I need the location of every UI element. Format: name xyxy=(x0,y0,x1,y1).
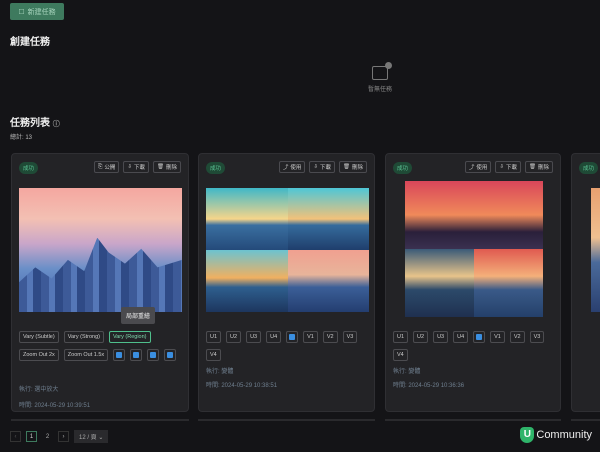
new-task-button[interactable]: ☐ 新建任務 xyxy=(10,3,64,20)
chevron-down-icon: ⌄ xyxy=(98,435,104,441)
link-icon: ⤴ xyxy=(282,165,289,171)
empty-image-icon xyxy=(372,62,392,80)
download-icon: ⇩ xyxy=(313,164,318,170)
task-image[interactable] xyxy=(591,188,600,312)
arrow-icon xyxy=(116,352,123,358)
refresh-icon xyxy=(289,334,296,340)
tooltip: 局部重繪 xyxy=(121,307,156,324)
list-title: 任務列表 ⓘ xyxy=(10,118,60,129)
use-button[interactable]: ⤴ 使用 xyxy=(278,161,306,173)
vary-subtle-button[interactable]: Vary (Subtle) xyxy=(19,331,59,343)
trash-icon: 🗑 xyxy=(343,164,350,170)
task-image[interactable] xyxy=(19,188,182,312)
use-button[interactable]: ⤴ 使用 xyxy=(464,161,492,173)
link-icon: ⤴ xyxy=(468,165,475,171)
task-card: 成功 xyxy=(571,153,600,412)
next-row-card xyxy=(198,419,375,421)
arrow-icon xyxy=(167,352,174,358)
time-info: 時間: 2024-05-29 10:36:36 xyxy=(393,383,465,389)
upscale-3-button[interactable]: U3 xyxy=(246,331,262,343)
zoom-out-2x-button[interactable]: Zoom Out 2x xyxy=(19,349,59,361)
trash-icon: 🗑 xyxy=(157,164,164,170)
next-row-card xyxy=(385,419,561,421)
next-row-card xyxy=(571,419,600,421)
delete-button[interactable]: 🗑 刪除 xyxy=(339,161,367,173)
task-card: 成功 ⎘ 公開 ⇩ 下載 🗑 刪除 Vary (Subtle) Vary (Stron… xyxy=(11,153,189,412)
delete-button[interactable]: 🗑 刪除 xyxy=(525,161,553,173)
refresh-icon xyxy=(476,334,483,340)
info-icon: ⓘ xyxy=(52,121,60,128)
upscale-2-button[interactable]: U2 xyxy=(226,331,242,343)
upscale-2-button[interactable]: U2 xyxy=(413,331,429,343)
task-card: 成功 ⤴ 使用 ⇩ 下載 🗑 刪除 U1 U2 U3 U4 V1 V2 V3 V4 執… xyxy=(198,153,375,412)
pan-up-button[interactable] xyxy=(147,349,160,361)
vary-strong-button[interactable]: Vary (Strong) xyxy=(63,331,104,343)
share-icon: ⎘ xyxy=(97,163,103,170)
status-badge: 成功 xyxy=(393,162,413,174)
status-badge: 成功 xyxy=(579,162,599,174)
create-title: 創建任務 xyxy=(10,37,50,48)
status-badge: 成功 xyxy=(206,162,226,174)
page-size-select[interactable]: 12 / 頁 ⌄ xyxy=(74,430,109,443)
vary-region-button[interactable]: Vary (Region) xyxy=(108,331,151,343)
download-button[interactable]: ⇩ 下載 xyxy=(309,161,335,173)
publish-button[interactable]: ⎘ 公開 xyxy=(93,161,120,173)
upscale-1-button[interactable]: U1 xyxy=(206,331,222,343)
arrow-icon xyxy=(150,352,157,358)
empty-state: 暫無任務 xyxy=(360,62,400,93)
variation-1-button[interactable]: V1 xyxy=(303,331,318,343)
pan-down-button[interactable] xyxy=(164,349,177,361)
page-2[interactable]: 2 xyxy=(42,431,53,442)
task-card: 成功 ⤴ 使用 ⇩ 下載 🗑 刪除 U1 U2 U3 U4 V1 V2 V3 V4 執… xyxy=(385,153,561,412)
trash-icon: 🗑 xyxy=(529,164,536,170)
next-page-button[interactable]: › xyxy=(58,431,69,442)
upscale-4-button[interactable]: U4 xyxy=(453,331,469,343)
exec-info: 執行: 變體 xyxy=(393,369,421,375)
total-count: 總計: 13 xyxy=(10,135,33,141)
pan-left-button[interactable] xyxy=(113,349,126,361)
upscale-3-button[interactable]: U3 xyxy=(433,331,449,343)
pan-right-button[interactable] xyxy=(130,349,143,361)
variation-2-button[interactable]: V2 xyxy=(509,331,525,343)
prev-page-button[interactable]: ‹ xyxy=(10,431,21,442)
delete-button[interactable]: 🗑 刪除 xyxy=(153,161,181,173)
status-badge: 成功 xyxy=(19,162,39,174)
variation-3-button[interactable]: V3 xyxy=(529,331,545,343)
variation-1-button[interactable]: V1 xyxy=(490,331,505,343)
exec-info: 執行: 選中放大 xyxy=(19,387,59,393)
page-1[interactable]: 1 xyxy=(26,431,37,442)
pagination: ‹ 1 2 › 12 / 頁 ⌄ xyxy=(10,430,109,443)
time-info: 時間: 2024-05-29 10:38:51 xyxy=(206,383,278,389)
community-logo: U Community xyxy=(520,427,592,443)
download-button[interactable]: ⇩ 下載 xyxy=(123,161,149,173)
variation-4-button[interactable]: V4 xyxy=(393,349,408,361)
edit-icon: ☐ xyxy=(18,8,25,16)
variation-3-button[interactable]: V3 xyxy=(342,331,358,343)
next-row-card xyxy=(11,419,189,421)
time-info: 時間: 2024-05-29 10:39:51 xyxy=(19,403,91,409)
reroll-button[interactable] xyxy=(286,331,299,343)
download-icon: ⇩ xyxy=(127,164,132,170)
zoom-out-1-5x-button[interactable]: Zoom Out 1.5x xyxy=(63,349,109,361)
reroll-button[interactable] xyxy=(473,331,486,343)
upscale-4-button[interactable]: U4 xyxy=(266,331,282,343)
variation-2-button[interactable]: V2 xyxy=(322,331,338,343)
exec-info: 執行: 變體 xyxy=(206,369,234,375)
download-button[interactable]: ⇩ 下載 xyxy=(495,161,521,173)
arrow-icon xyxy=(133,352,140,358)
task-image-grid[interactable] xyxy=(405,181,543,317)
task-image-grid[interactable] xyxy=(206,188,369,312)
upscale-1-button[interactable]: U1 xyxy=(393,331,409,343)
download-icon: ⇩ xyxy=(499,164,504,170)
variation-4-button[interactable]: V4 xyxy=(206,349,221,361)
